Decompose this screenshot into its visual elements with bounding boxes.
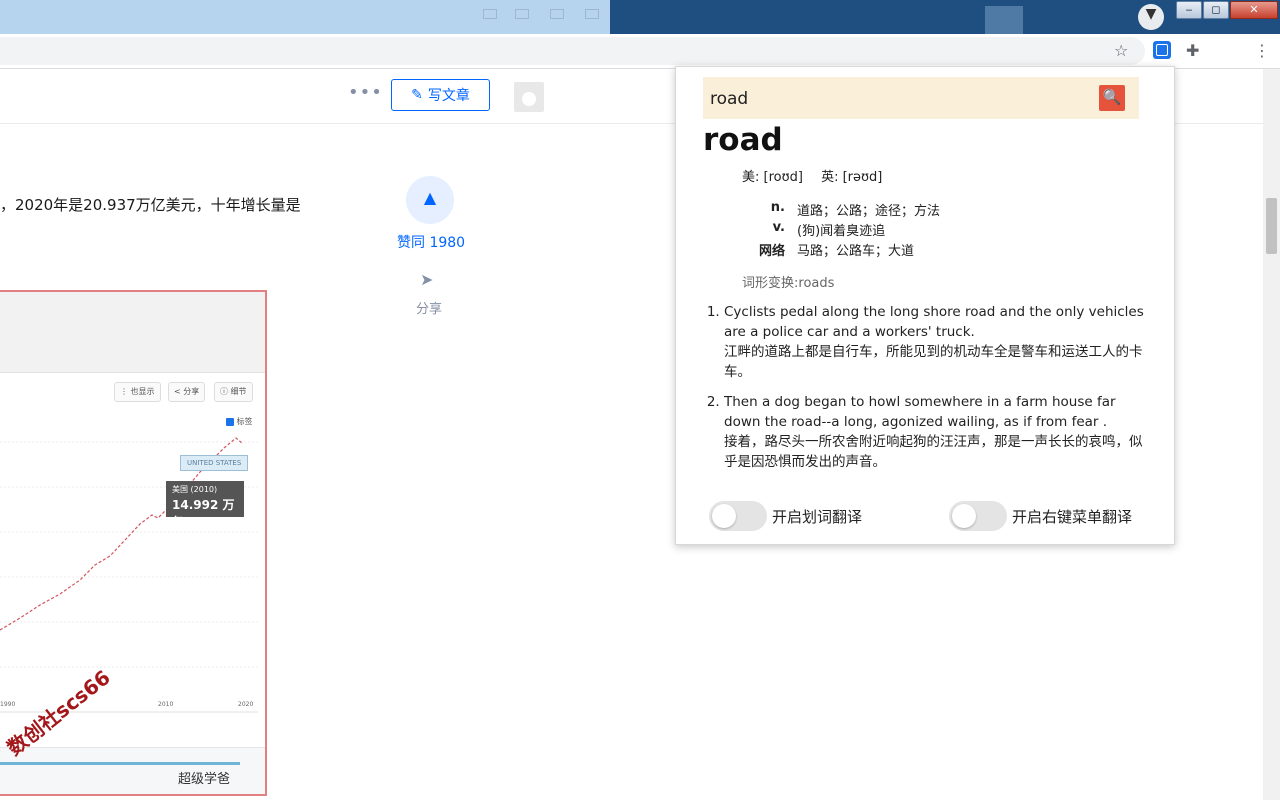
example-item: Then a dog began to howl somewhere in a … bbox=[724, 392, 1154, 472]
share-button[interactable]: 分享 bbox=[416, 298, 442, 317]
example-chinese: 接着，路尽头一所农舍附近响起狗的汪汪声，那是一声长长的哀鸣，似乎是因恐惧而发出的… bbox=[724, 434, 1143, 470]
avatar[interactable] bbox=[514, 82, 544, 112]
x-tick-label: 1990 bbox=[0, 701, 16, 708]
background-image bbox=[985, 6, 1023, 34]
star-icon[interactable]: ☆ bbox=[1114, 42, 1128, 60]
write-article-button[interactable]: ✎ 写文章 bbox=[391, 79, 490, 111]
part-of-speech: 网络 bbox=[758, 244, 785, 259]
translation-popup: 🔍 road 美: [roʊd] 英: [rəʊd] n. 道路；公路；途径；方… bbox=[675, 66, 1175, 545]
definition-text: (狗)闻着臭迹追 bbox=[797, 224, 886, 239]
restore-button[interactable]: ◻ bbox=[1203, 1, 1229, 19]
chart-image-header bbox=[0, 292, 265, 373]
definition-text: 道路；公路；途径；方法 bbox=[797, 204, 941, 219]
address-bar[interactable] bbox=[0, 37, 1145, 65]
definition-row: 网络 马路；公路车；大道 bbox=[736, 240, 914, 259]
word-headword: road bbox=[703, 122, 783, 158]
chart-share-chip: < 分享 bbox=[168, 382, 206, 402]
chart-detail-chip: ⓘ 细节 bbox=[214, 382, 253, 402]
tab-ghost-icon bbox=[585, 9, 599, 19]
tab-ghost-icon bbox=[550, 9, 564, 19]
page-scrollbar[interactable] bbox=[1263, 69, 1280, 800]
article-paragraph: ，2020年是20.937万亿美元，十年增长量是 bbox=[0, 196, 301, 214]
example-english: Then a dog began to howl somewhere in a … bbox=[724, 394, 1116, 430]
word-forms: 词形变换:roads bbox=[742, 276, 835, 291]
selection-translate-label: 开启划词翻译 bbox=[772, 508, 863, 526]
chevron-down-icon: ▼ bbox=[1145, 6, 1157, 22]
example-chinese: 江畔的道路上都是自行车，所能见到的机动车全是警车和运送工人的卡车。 bbox=[724, 344, 1143, 380]
search-icon: 🔍 bbox=[1102, 88, 1122, 106]
definition-row: n. 道路；公路；途径；方法 bbox=[736, 200, 940, 219]
browser-toolbar: ☆ ✚ ⋮ bbox=[0, 34, 1280, 69]
scrollbar-thumb[interactable] bbox=[1266, 198, 1277, 254]
definition-row: v. (狗)闻着臭迹追 bbox=[736, 220, 886, 239]
wechat-watermark: 超级学爸 bbox=[178, 772, 231, 787]
phonetics: 美: [roʊd] 英: [rəʊd] bbox=[742, 166, 896, 185]
selection-translate-toggle[interactable] bbox=[709, 501, 767, 531]
tab-ghost-icon bbox=[483, 9, 497, 19]
search-input[interactable] bbox=[708, 86, 1092, 112]
article-chart-image: ⋮ 也显示 < 分享 ⓘ 细节 标签 UNITED STATES 美国 (201… bbox=[0, 290, 267, 796]
part-of-speech: v. bbox=[772, 220, 785, 235]
profile-dropdown-button[interactable]: ▼ bbox=[1138, 4, 1164, 30]
chart-tooltip: 美国 (2010) 14.992 万亿 bbox=[166, 481, 244, 529]
upvote-button[interactable]: ▲ bbox=[406, 176, 454, 224]
minimize-button[interactable]: ‒ bbox=[1176, 1, 1202, 19]
search-button[interactable]: 🔍 bbox=[1099, 85, 1125, 111]
more-options-button[interactable]: ••• bbox=[348, 82, 383, 103]
upvote-count[interactable]: 赞同 1980 bbox=[397, 232, 465, 252]
example-item: Cyclists pedal along the long shore road… bbox=[724, 302, 1154, 382]
puzzle-icon[interactable]: ✚ bbox=[1186, 42, 1199, 60]
chart-display-chip: ⋮ 也显示 bbox=[114, 382, 161, 402]
context-menu-translate-label: 开启右键菜单翻译 bbox=[1012, 508, 1133, 526]
chart-range-slider bbox=[0, 762, 240, 765]
tab-ghost-icon bbox=[515, 9, 529, 19]
close-button[interactable]: ✕ bbox=[1230, 1, 1278, 19]
example-english: Cyclists pedal along the long shore road… bbox=[724, 304, 1144, 340]
send-icon[interactable]: ➤ bbox=[420, 270, 433, 289]
x-tick-label: 2010 bbox=[158, 701, 174, 708]
phonetic-uk: 英: [rəʊd] bbox=[821, 170, 883, 185]
example-sentences: Cyclists pedal along the long shore road… bbox=[706, 302, 1154, 482]
part-of-speech: n. bbox=[770, 200, 785, 215]
kebab-menu-icon[interactable]: ⋮ bbox=[1254, 42, 1270, 60]
context-menu-translate-toggle[interactable] bbox=[949, 501, 1007, 531]
definition-text: 马路；公路车；大道 bbox=[797, 244, 915, 259]
country-tag: UNITED STATES bbox=[180, 455, 249, 471]
phonetic-us: 美: [roʊd] bbox=[742, 170, 803, 185]
edit-icon: ✎ bbox=[411, 87, 423, 103]
search-bar: 🔍 bbox=[703, 77, 1139, 119]
window-titlebar bbox=[0, 0, 1280, 34]
write-article-label: 写文章 bbox=[427, 88, 470, 104]
x-tick-label: 2020 bbox=[238, 701, 254, 708]
triangle-up-icon: ▲ bbox=[423, 188, 437, 207]
translate-extension-icon[interactable] bbox=[1153, 41, 1171, 59]
